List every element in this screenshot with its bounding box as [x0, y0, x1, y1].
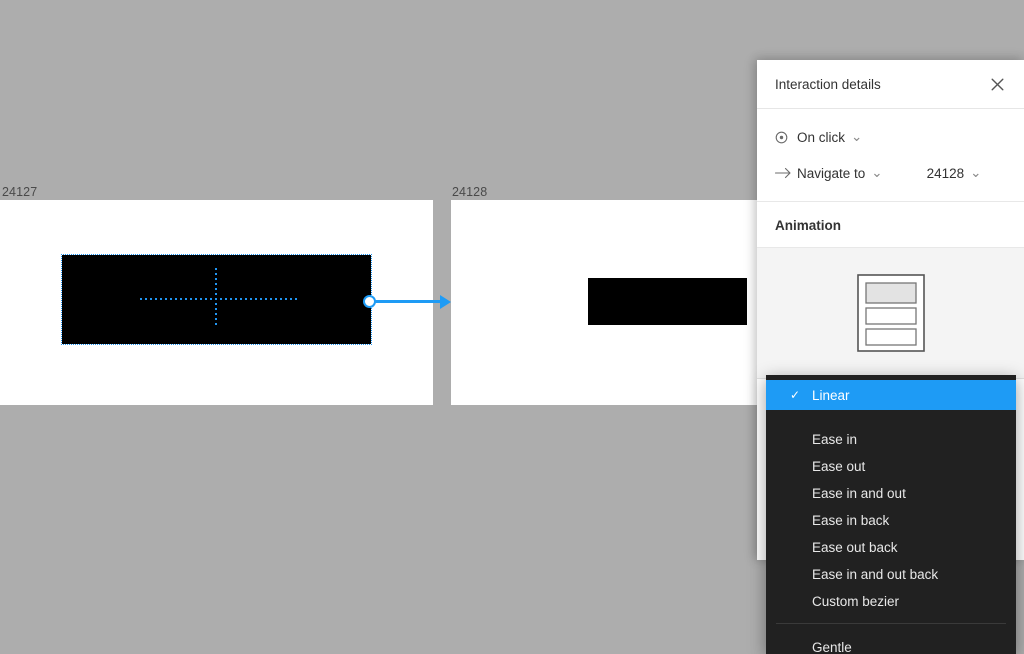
animation-section-heading: Animation [757, 202, 1024, 248]
trigger-label: On click [797, 129, 846, 145]
dropdown-item-label: Linear [812, 387, 850, 403]
dropdown-item-ease-out[interactable]: Ease out [766, 453, 1016, 480]
arrow-right-icon [775, 167, 797, 179]
close-icon [991, 78, 1003, 90]
selected-rectangle[interactable] [61, 254, 372, 345]
dropdown-item-label: Custom bezier [812, 594, 900, 609]
dropdown-item-ease-in-and-out-back[interactable]: Ease in and out back [766, 561, 1016, 588]
dropdown-item-linear[interactable]: ✓ Linear [766, 380, 1016, 410]
frame-label-24127[interactable]: 24127 [2, 185, 37, 199]
dropdown-item-custom-bezier[interactable]: Custom bezier [766, 588, 1016, 615]
trigger-select[interactable]: On click ⌄ [797, 129, 862, 145]
interaction-properties-section: On click ⌄ Navigate to ⌄ 24128 ⌄ [757, 109, 1024, 202]
dropdown-item-ease-in-and-out[interactable]: Ease in and out [766, 480, 1016, 507]
click-target-icon [775, 131, 797, 144]
guide-vertical [215, 268, 217, 326]
dropdown-item-gentle[interactable]: Gentle [766, 634, 1016, 654]
rectangle-shape[interactable] [588, 278, 747, 325]
trigger-row[interactable]: On click ⌄ [775, 123, 1006, 151]
dropdown-item-label: Ease in [812, 432, 858, 447]
dropdown-item-ease-in-back[interactable]: Ease in back [766, 507, 1016, 534]
interaction-connector-line[interactable] [372, 300, 444, 303]
frame-label-24128[interactable]: 24128 [452, 185, 487, 199]
dropdown-item-label: Ease in back [812, 513, 890, 528]
chevron-down-icon: ⌄ [970, 165, 982, 180]
navigate-target-select[interactable]: 24128 ⌄ [927, 165, 982, 181]
interaction-connector-arrow [440, 294, 451, 309]
dropdown-item-ease-in[interactable]: Ease in [766, 426, 1016, 453]
action-label: Navigate to [797, 165, 866, 181]
navigate-target-value: 24128 [926, 165, 965, 181]
action-select[interactable]: Navigate to ⌄ [797, 165, 883, 181]
dropdown-spacer [766, 410, 1016, 426]
dropdown-item-label: Ease out [812, 459, 866, 474]
frame-list-preview-icon [856, 274, 925, 352]
guide-horizontal [140, 298, 300, 300]
dropdown-item-label: Ease out back [812, 540, 898, 555]
dropdown-item-label: Gentle [812, 640, 852, 654]
interaction-connector-handle[interactable] [363, 294, 376, 308]
app-root: 24127 24128 Interaction details On click… [0, 0, 1024, 654]
dropdown-separator [776, 623, 1006, 624]
panel-header: Interaction details [757, 60, 1024, 109]
dropdown-item-label: Ease in and out back [812, 567, 939, 582]
chevron-down-icon: ⌄ [871, 165, 883, 180]
dropdown-item-label: Ease in and out [812, 486, 906, 501]
check-icon: ✓ [790, 388, 801, 402]
animation-preview[interactable] [757, 248, 1024, 379]
close-button[interactable] [986, 73, 1008, 95]
page-title: Interaction details [775, 76, 881, 92]
chevron-down-icon: ⌄ [851, 129, 863, 144]
frame-24128[interactable] [451, 200, 791, 405]
dropdown-item-ease-out-back[interactable]: Ease out back [766, 534, 1016, 561]
easing-dropdown-menu[interactable]: ✓ Linear Ease in Ease out Ease in and ou… [766, 375, 1016, 654]
action-row[interactable]: Navigate to ⌄ 24128 ⌄ [775, 159, 1006, 187]
